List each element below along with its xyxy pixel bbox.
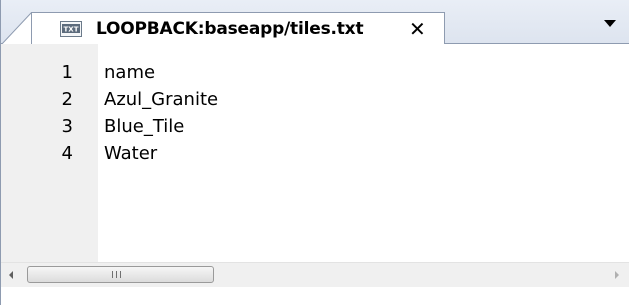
editor-line: 3 Blue_Tile [1, 114, 629, 140]
text-editor[interactable]: 1 name 2 Azul_Granite 3 Blue_Tile 4 Wate… [1, 44, 629, 262]
tab-title: LOOPBACK:baseapp/tiles.txt [96, 19, 364, 39]
line-text[interactable]: Azul_Granite [104, 87, 218, 113]
line-number: 1 [61, 62, 73, 83]
bottom-padding [1, 287, 629, 305]
editor-line: 2 Azul_Granite [1, 87, 629, 113]
txt-file-icon: TXT [60, 21, 82, 37]
horizontal-scrollbar[interactable] [1, 262, 629, 287]
close-icon[interactable]: ✕ [409, 17, 426, 41]
svg-text:TXT: TXT [64, 26, 79, 34]
line-number: 4 [61, 143, 73, 164]
tab-slant-edge [1, 12, 33, 45]
line-text[interactable]: Blue_Tile [104, 114, 184, 140]
line-text[interactable]: Water [104, 141, 157, 167]
line-text[interactable]: name [104, 60, 155, 86]
editor-line: 1 name [1, 60, 629, 86]
editor-line: 4 Water [1, 141, 629, 167]
scrollbar-thumb[interactable] [27, 266, 214, 283]
line-number: 3 [61, 116, 73, 137]
scroll-left-icon[interactable] [9, 271, 13, 279]
editor-window: TXT LOOPBACK:baseapp/tiles.txt ✕ 1 name … [0, 0, 629, 305]
grip-icon [112, 271, 121, 278]
scroll-right-icon[interactable] [615, 271, 619, 279]
line-number: 2 [61, 89, 73, 110]
tab-tiles-txt[interactable]: TXT LOOPBACK:baseapp/tiles.txt ✕ [31, 12, 445, 45]
chevron-down-icon[interactable] [604, 20, 616, 27]
tab-strip: TXT LOOPBACK:baseapp/tiles.txt ✕ [1, 0, 629, 45]
